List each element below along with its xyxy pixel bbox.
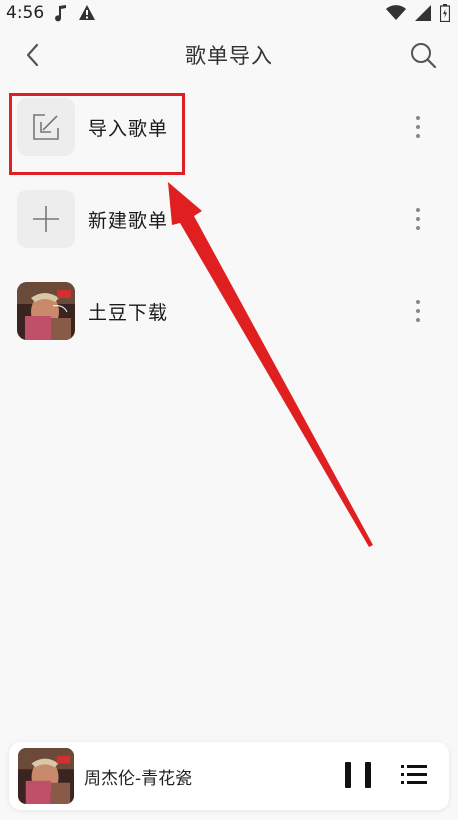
status-time: 4:56 [6,3,45,23]
warning-icon [79,5,96,20]
mini-player[interactable]: 周杰伦-青花瓷 [9,742,449,810]
music-note-icon [55,5,67,22]
list-item-tudou-download[interactable]: 土豆下载 [0,268,458,360]
status-left: 4:56 [6,3,96,23]
back-icon[interactable] [20,40,46,70]
status-right [386,4,450,22]
album-cover-image [18,748,74,804]
more-options-icon[interactable] [408,296,428,326]
player-album-cover[interactable] [18,748,74,804]
player-track-title: 周杰伦-青花瓷 [84,769,193,789]
battery-icon [440,4,450,22]
album-cover-image [17,282,75,340]
search-icon[interactable] [408,40,438,70]
list-item-new-playlist[interactable]: 新建歌单 [0,176,458,268]
plus-icon [33,206,59,232]
album-cover [17,282,75,340]
header: 歌单导入 [0,26,458,84]
list-item-label: 土豆下载 [88,302,169,324]
signal-icon [415,5,431,21]
more-options-icon[interactable] [408,112,428,142]
wifi-icon [386,5,406,20]
playlist-icon[interactable] [399,760,429,790]
status-bar: 4:56 [0,0,458,26]
new-thumb [17,190,75,248]
highlight-box [9,93,185,175]
pause-icon[interactable] [345,762,371,790]
more-options-icon[interactable] [408,204,428,234]
list-item-label: 新建歌单 [88,210,169,232]
page-title: 歌单导入 [185,44,273,68]
